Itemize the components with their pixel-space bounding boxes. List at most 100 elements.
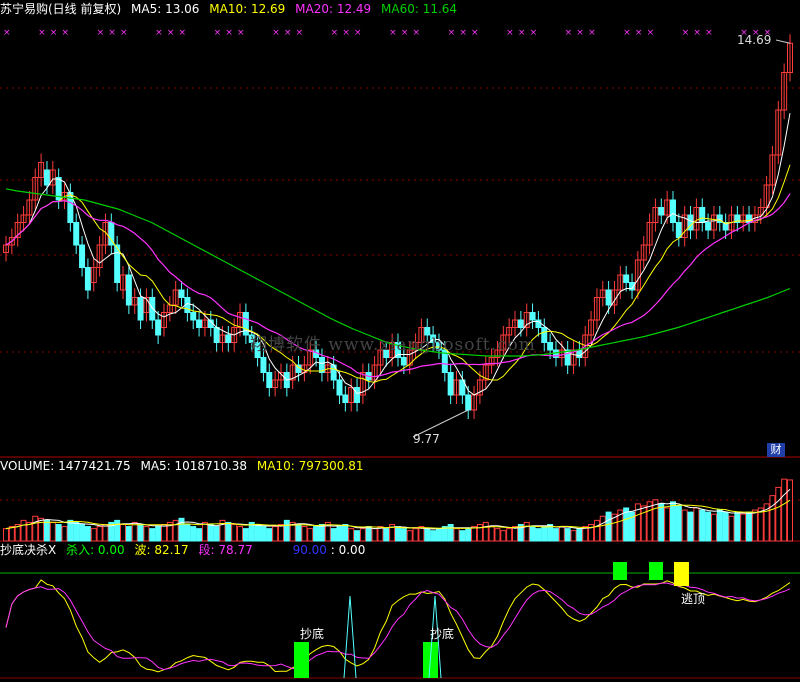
volume-bar [96, 526, 103, 542]
volume-bar [102, 524, 109, 542]
signal-marker: × [272, 28, 280, 38]
volume-bar [242, 528, 249, 542]
signal-marker: × [108, 28, 116, 38]
volume-bar [225, 521, 232, 542]
signal-marker: × [682, 28, 690, 38]
volume-bar [722, 511, 729, 542]
volume-bar [740, 513, 747, 542]
candle-body [242, 312, 249, 336]
level-label: 90.00 [292, 543, 327, 557]
volume-bar [359, 528, 366, 542]
candle-body [605, 289, 612, 306]
candle-body [342, 394, 349, 403]
candle-body [178, 289, 185, 298]
kill-label: 杀入: 0.00 [66, 543, 125, 557]
sell-signal-bar [613, 562, 627, 580]
ma10-label: MA10: 12.69 [209, 2, 286, 16]
signal-marker: × [635, 28, 643, 38]
candle-body [699, 207, 706, 223]
candle-body [190, 312, 197, 321]
volume-bar [552, 528, 559, 542]
volume-bar [43, 519, 50, 542]
signal-marker: × [167, 28, 175, 38]
candle-body [541, 327, 548, 343]
volume-bar [500, 530, 507, 542]
volume-bar [38, 517, 45, 542]
volume-bar [512, 526, 519, 542]
signal-marker: × [120, 28, 128, 38]
signal-marker: × [296, 28, 304, 38]
candle-body [73, 222, 80, 246]
candle-body [137, 297, 144, 321]
candle-body [336, 379, 343, 396]
candle-body [669, 199, 676, 223]
segment-label: 段: 78.77 [198, 543, 253, 557]
volume-bar [237, 526, 244, 542]
volume-bar [336, 526, 343, 542]
volume-bar [26, 521, 33, 542]
volume-bar [348, 528, 355, 542]
volume-bar [301, 526, 308, 542]
candle-body [79, 244, 86, 268]
sell-label: 逃顶 [681, 592, 706, 606]
volume-bar [383, 528, 390, 542]
signal-marker: × [331, 28, 339, 38]
volume-bar [459, 530, 466, 542]
signal-marker: × [565, 28, 573, 38]
volume-bar [137, 524, 144, 542]
volume-bar [529, 526, 536, 542]
volume-bar [705, 511, 712, 542]
signal-marker: × [389, 28, 397, 38]
ma60-label: MA60: 11.64 [381, 2, 458, 16]
volume-bar [728, 515, 735, 542]
volume-title: VOLUME: 1477421.75 [0, 459, 131, 473]
volume-bar [3, 528, 9, 542]
volume-bar [260, 526, 267, 542]
candle-body [84, 267, 91, 291]
volume-bar [447, 524, 454, 542]
volume-bar [143, 526, 150, 542]
volume-bar [652, 499, 659, 542]
volume-bar [406, 530, 413, 542]
volume-bar [465, 528, 472, 542]
price-header: 苏宁易购(日线 前复权) MA5: 13.06 MA10: 12.69 MA20… [0, 2, 463, 16]
volume-bar [114, 519, 121, 542]
candle-body [658, 207, 665, 216]
volume-bar [675, 505, 682, 542]
indicator-title: 抄底决杀X [0, 543, 57, 557]
finance-button[interactable]: 财 [767, 443, 785, 457]
volume-bar [775, 486, 782, 542]
high-leader [775, 39, 791, 44]
volume-bar [149, 528, 156, 542]
candle-body [517, 319, 524, 328]
volume-bar [8, 526, 15, 542]
volume-bar [307, 528, 314, 542]
signal-marker: × [413, 28, 421, 38]
candle-body [400, 357, 407, 366]
volume-bar [277, 524, 284, 542]
sell-signal-bar [649, 562, 663, 580]
volume-bar [681, 509, 688, 542]
signal-marker: × [38, 28, 46, 38]
ma5-label: MA5: 13.06 [131, 2, 200, 16]
signal-marker: × [50, 28, 58, 38]
signal-marker: × [705, 28, 713, 38]
candle-body [623, 274, 630, 283]
candle-body [155, 319, 162, 336]
volume-bar [576, 528, 583, 542]
volume-bar [494, 528, 501, 542]
buy-signal-bar [294, 642, 309, 678]
volume-bar [266, 528, 273, 542]
candle-body [547, 342, 554, 351]
volume-bar [231, 524, 238, 542]
signal-marker: × [342, 28, 350, 38]
volume-bar [318, 524, 325, 542]
volume-bar [395, 526, 401, 542]
volume-bar [84, 526, 91, 542]
buy-label-1: 抄底 [300, 627, 325, 641]
candle-body [675, 222, 682, 238]
volume-bar [20, 519, 27, 542]
signal-marker: × [284, 28, 292, 38]
volume-bar [699, 509, 706, 542]
signal-marker: × [693, 28, 701, 38]
